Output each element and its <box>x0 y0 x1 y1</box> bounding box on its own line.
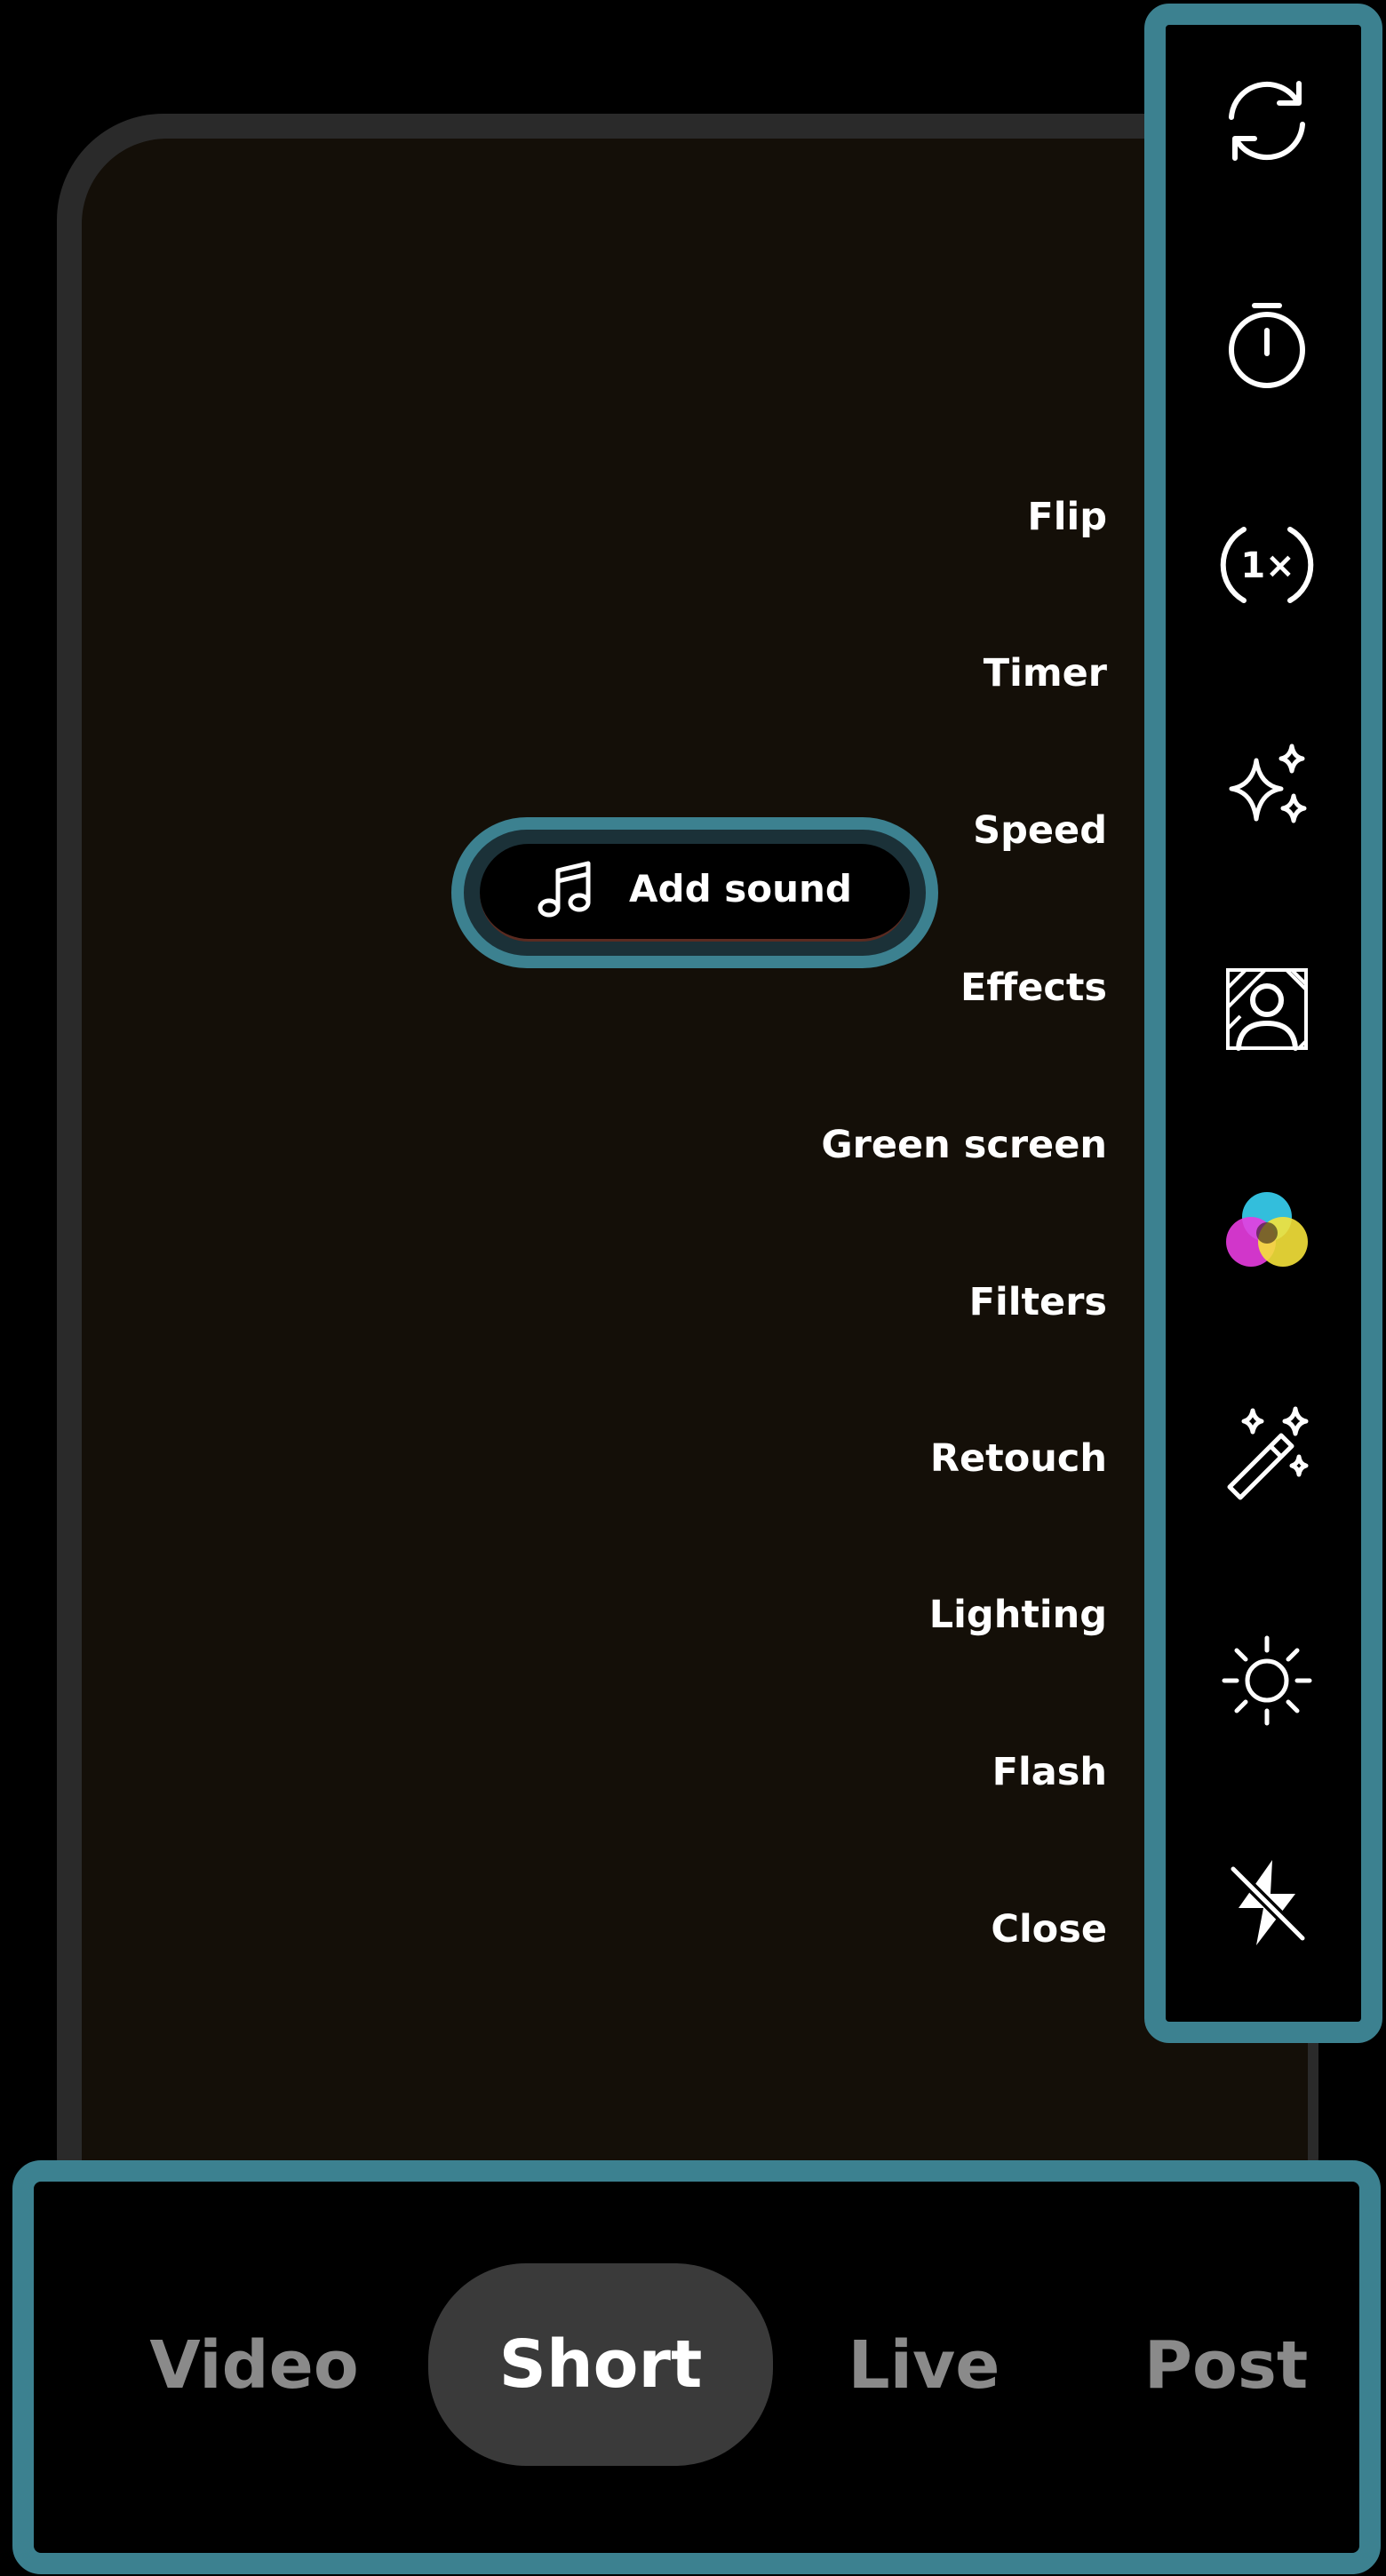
retouch-label[interactable]: Retouch <box>930 1432 1107 1485</box>
magic-wand-icon[interactable] <box>1214 1400 1320 1507</box>
mode-live[interactable]: Live <box>826 2299 1022 2432</box>
speed-label[interactable]: Speed <box>973 804 1107 857</box>
effects-label[interactable]: Effects <box>960 961 1107 1014</box>
camera-screen: Flip Timer Speed Effects Green screen Fi… <box>0 0 1386 2576</box>
music-note-icon <box>537 858 593 920</box>
green-screen-icon[interactable] <box>1214 956 1320 1062</box>
mode-post[interactable]: Post <box>1128 2299 1324 2432</box>
speed-icon[interactable]: 1× <box>1214 512 1320 618</box>
camera-flip-icon[interactable] <box>1214 68 1320 174</box>
lighting-label[interactable]: Lighting <box>929 1588 1107 1642</box>
flash-label[interactable]: Flash <box>992 1745 1107 1799</box>
timer-label[interactable]: Timer <box>984 647 1107 700</box>
flash-off-icon[interactable] <box>1214 1849 1320 1956</box>
filters-label[interactable]: Filters <box>969 1276 1107 1329</box>
flip-label[interactable]: Flip <box>1027 490 1107 544</box>
color-filters-icon[interactable] <box>1214 1178 1320 1284</box>
mode-video[interactable]: Video <box>139 2299 370 2432</box>
stopwatch-icon[interactable] <box>1214 290 1320 396</box>
sun-icon[interactable] <box>1214 1627 1320 1734</box>
green-screen-label[interactable]: Green screen <box>821 1118 1107 1172</box>
sparkles-icon[interactable] <box>1214 734 1320 840</box>
add-sound-label[interactable]: Add sound <box>629 858 852 920</box>
speed-value: 1× <box>1240 545 1294 586</box>
close-label[interactable]: Close <box>991 1903 1107 1956</box>
camera-preview[interactable] <box>82 139 1308 2270</box>
mode-short[interactable]: Short <box>428 2263 773 2466</box>
